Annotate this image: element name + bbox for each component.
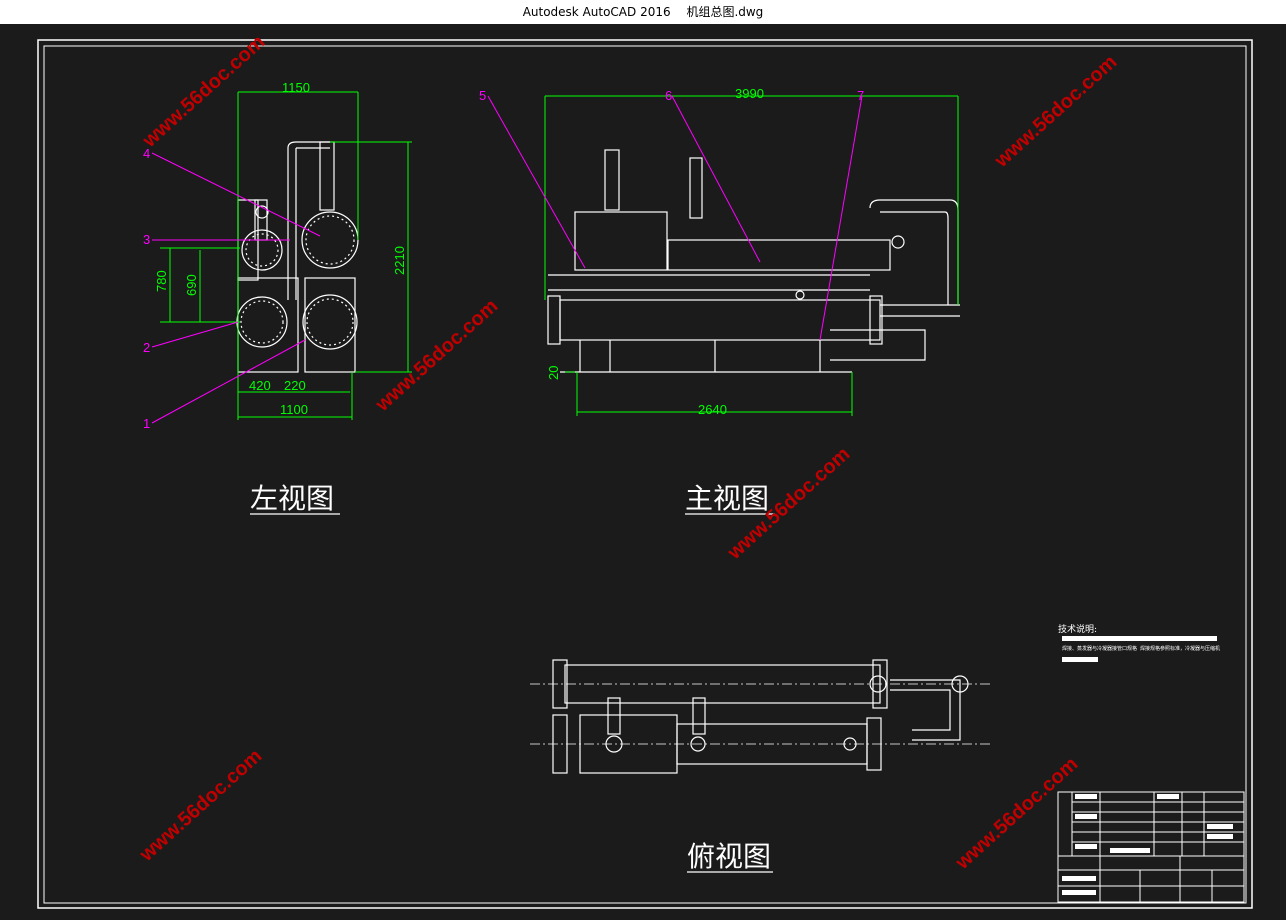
dim-front-20: 20 xyxy=(546,366,561,380)
top-view-title: 俯视图 xyxy=(687,841,771,872)
watermarks: www.56doc.com www.56doc.com www.56doc.co… xyxy=(135,31,1121,874)
callout-7: 7 xyxy=(857,88,864,103)
watermark-5: www.56doc.com xyxy=(135,745,266,866)
dim-front-base: 2640 xyxy=(698,402,727,417)
front-view-leaders xyxy=(487,95,863,341)
drawing-canvas[interactable]: 1150 2210 780 690 420 220 1100 1 2 3 4 3… xyxy=(0,24,1286,916)
top-view xyxy=(552,659,969,774)
tech-notes: 技术说明: 焊接、蒸发器与冷凝器接管口规格 焊接规格参照标准，冷凝器与压缩机 xyxy=(1058,623,1220,662)
front-view-dimensions xyxy=(544,95,959,416)
view-titles: 左视图 主视图 俯视图 xyxy=(250,483,771,872)
left-view-title: 左视图 xyxy=(250,483,334,514)
notes-line: 焊接、蒸发器与冷凝器接管口规格 xyxy=(1062,645,1137,652)
dim-left-width-bottom: 1100 xyxy=(280,402,308,417)
top-view-centerlines xyxy=(530,683,990,745)
watermark-3: www.56doc.com xyxy=(371,295,502,416)
dim-left-780: 780 xyxy=(154,270,169,292)
notes-heading: 技术说明: xyxy=(1058,623,1097,635)
view-title-underlines xyxy=(250,513,775,873)
title-block-fills xyxy=(1062,794,1233,895)
left-view xyxy=(236,141,359,373)
callout-3: 3 xyxy=(143,232,150,247)
front-view xyxy=(547,149,960,373)
front-view-dim-labels: 3990 2640 20 xyxy=(546,86,764,417)
front-view-title: 主视图 xyxy=(685,483,769,514)
callout-1: 1 xyxy=(143,416,150,431)
left-view-dimensions xyxy=(160,91,412,420)
app-name: Autodesk AutoCAD 2016 xyxy=(522,5,671,19)
dim-left-690: 690 xyxy=(184,274,199,296)
callout-5: 5 xyxy=(479,88,486,103)
window-titlebar: Autodesk AutoCAD 2016 机组总图.dwg xyxy=(0,0,1286,24)
dim-left-width-top: 1150 xyxy=(282,80,310,95)
notes-line-2: 焊接规格参照标准，冷凝器与压缩机 xyxy=(1140,645,1220,652)
callout-6: 6 xyxy=(665,88,672,103)
dim-front-length: 3990 xyxy=(735,86,764,101)
watermark-2: www.56doc.com xyxy=(990,51,1121,172)
cad-drawing: 1150 2210 780 690 420 220 1100 1 2 3 4 3… xyxy=(37,31,1253,909)
callout-2: 2 xyxy=(143,340,150,355)
dim-left-height: 2210 xyxy=(392,246,407,275)
file-name: 机组总图.dwg xyxy=(686,5,764,19)
dim-left-420: 420 xyxy=(249,378,271,393)
left-view-callouts: 1 2 3 4 xyxy=(143,146,150,431)
dim-left-220: 220 xyxy=(284,378,306,393)
